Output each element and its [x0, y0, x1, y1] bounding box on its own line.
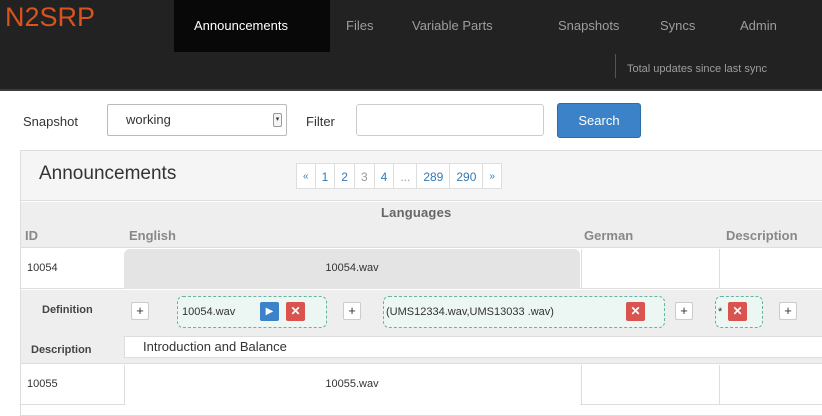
sync-status-text: Total updates since last sync	[627, 63, 768, 75]
add-part-button[interactable]: +	[675, 302, 693, 320]
chip-label: *	[718, 306, 723, 318]
page-link[interactable]: 4	[373, 163, 395, 189]
chip-label: 10054.wav	[182, 306, 236, 318]
definition-label: Definition	[42, 304, 93, 316]
languages-label: Languages	[381, 205, 452, 220]
chip-label: (UMS12334.wav,UMS13033 .wav)	[386, 306, 554, 318]
panel-header: Announcements « 1 2 3 4 ... 289 290 »	[21, 151, 822, 201]
table-row[interactable]: 10054 10054.wav	[21, 249, 822, 289]
column-header-german: German	[584, 228, 634, 243]
announcements-panel: Announcements « 1 2 3 4 ... 289 290 » La…	[20, 150, 822, 416]
navbar-border	[0, 89, 822, 91]
definition-chip[interactable]: 10054.wav ▶ ✕	[177, 296, 327, 328]
page-link[interactable]: 289	[416, 163, 451, 189]
column-header-row: ID English German Description	[21, 222, 822, 248]
nav-admin[interactable]: Admin	[740, 0, 777, 52]
nav-files[interactable]: Files	[346, 0, 373, 52]
nav-syncs[interactable]: Syncs	[660, 0, 695, 52]
description-label: Description	[31, 344, 92, 356]
column-header-id: ID	[25, 228, 38, 243]
page-current: 3	[353, 163, 375, 189]
page-prev[interactable]: «	[296, 163, 316, 189]
page-link[interactable]: 290	[449, 163, 484, 189]
description-input[interactable]: Introduction and Balance	[124, 336, 822, 358]
add-part-button[interactable]: +	[131, 302, 149, 320]
column-divider	[719, 365, 720, 405]
add-part-button[interactable]: +	[779, 302, 797, 320]
filter-input[interactable]	[356, 104, 544, 136]
column-header-description: Description	[726, 228, 798, 243]
page-next[interactable]: »	[482, 163, 502, 189]
definition-chip[interactable]: (UMS12334.wav,UMS13033 .wav) ✕	[383, 296, 665, 328]
row-id: 10055	[27, 378, 58, 390]
page-link[interactable]: 2	[334, 163, 355, 189]
pagination: « 1 2 3 4 ... 289 290 »	[296, 163, 502, 189]
remove-icon[interactable]: ✕	[286, 302, 305, 321]
top-navbar: N2SRP Announcements Files Variable Parts…	[0, 0, 822, 90]
description-row: Description Introduction and Balance	[21, 334, 822, 364]
filter-label: Filter	[306, 114, 335, 129]
add-part-button[interactable]: +	[343, 302, 361, 320]
brand-logo[interactable]: N2SRP	[5, 2, 95, 33]
definition-chip[interactable]: * ✕	[715, 296, 763, 328]
column-divider	[719, 249, 720, 289]
snapshot-select-value: working	[126, 112, 171, 127]
column-divider	[124, 365, 125, 405]
chevron-down-icon: ▾	[273, 113, 282, 127]
snapshot-label: Snapshot	[23, 114, 78, 129]
snapshot-select[interactable]: working ▾	[107, 104, 287, 136]
nav-divider	[615, 54, 616, 78]
row-id: 10054	[27, 262, 58, 274]
column-divider	[581, 249, 582, 289]
row-english-file[interactable]: 10054.wav	[124, 249, 580, 289]
remove-icon[interactable]: ✕	[626, 302, 645, 321]
search-button[interactable]: Search	[557, 103, 641, 138]
remove-icon[interactable]: ✕	[728, 302, 747, 321]
nav-snapshots[interactable]: Snapshots	[558, 0, 619, 52]
table-row[interactable]: 10055 10055.wav	[21, 365, 822, 405]
panel-title: Announcements	[39, 163, 177, 184]
definition-row: Definition + 10054.wav ▶ ✕ + (UMS12334.w…	[21, 290, 822, 334]
nav-variable-parts[interactable]: Variable Parts	[412, 0, 493, 52]
row-english-file[interactable]: 10055.wav	[124, 365, 580, 405]
page-ellipsis: ...	[393, 163, 418, 189]
languages-header-row: Languages	[21, 202, 822, 222]
nav-announcements[interactable]: Announcements	[174, 0, 330, 52]
page-link[interactable]: 1	[314, 163, 336, 189]
column-header-english: English	[129, 228, 176, 243]
column-divider	[581, 365, 582, 405]
play-icon[interactable]: ▶	[260, 302, 279, 321]
